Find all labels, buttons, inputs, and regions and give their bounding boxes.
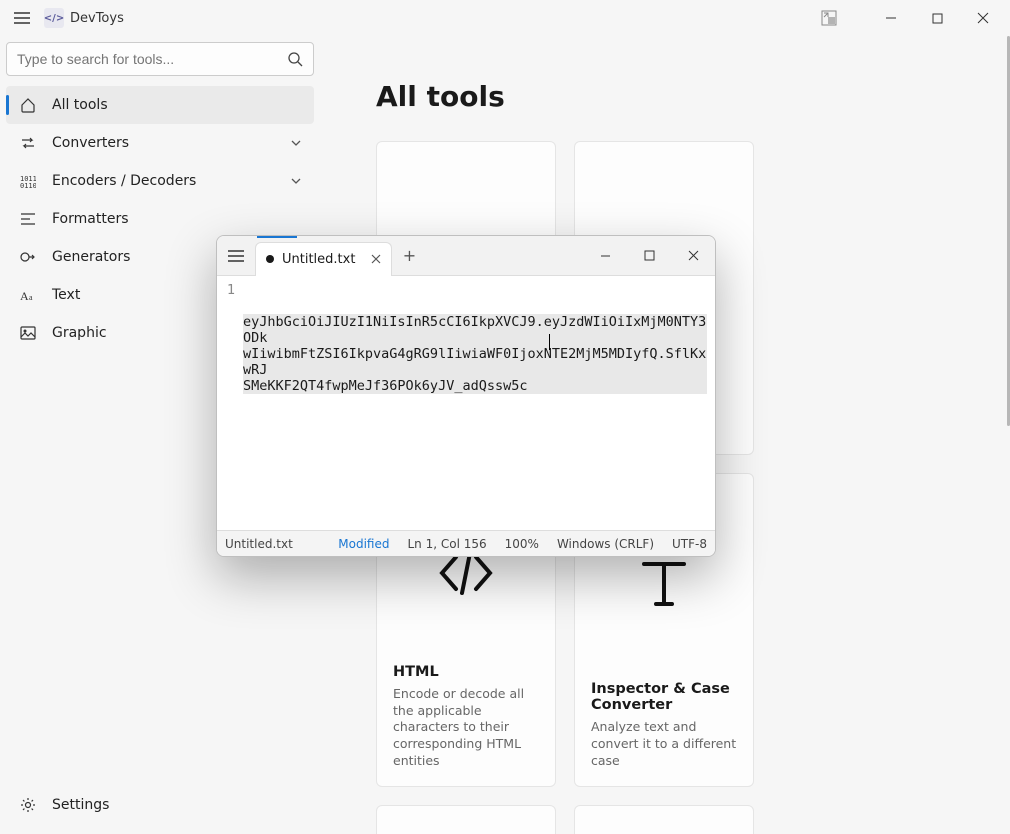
generators-icon: [18, 247, 38, 267]
svg-text:0110: 0110: [20, 182, 36, 188]
notepad-titlebar[interactable]: Untitled.txt +: [217, 236, 715, 276]
notepad-menu-button[interactable]: [217, 236, 255, 276]
hamburger-menu-button[interactable]: [4, 0, 40, 36]
chevron-down-icon: [290, 137, 302, 149]
sidebar-item-label: Text: [52, 287, 80, 303]
sidebar-item-label: Formatters: [52, 211, 129, 227]
tool-card-json-yaml[interactable]: Json <> Yaml Convert Json data to Yaml a…: [574, 805, 754, 834]
card-title: HTML: [393, 664, 539, 680]
page-title: All tools: [376, 80, 950, 113]
sidebar-item-settings[interactable]: Settings: [6, 786, 314, 824]
sidebar-item-formatters[interactable]: Formatters: [6, 200, 314, 238]
sidebar-item-label: Converters: [52, 135, 129, 151]
tab-title: Untitled.txt: [282, 252, 355, 267]
status-zoom: 100%: [505, 537, 539, 551]
editor-text[interactable]: eyJhbGciOiJIUzI1NiIsInR5cCI6IkpXVCJ9.eyJ…: [239, 276, 715, 530]
sidebar-item-all-tools[interactable]: All tools: [6, 86, 314, 124]
gear-icon: [18, 795, 38, 815]
json-yaml-icon: [591, 822, 737, 834]
text-cursor: [549, 334, 550, 350]
modified-dot-icon: [266, 255, 274, 263]
tab-close-button[interactable]: [371, 254, 381, 264]
status-modified: Modified: [338, 537, 389, 551]
app-title: DevToys: [70, 11, 124, 26]
sidebar-item-label: Graphic: [52, 325, 107, 341]
close-button[interactable]: [960, 0, 1006, 36]
graphic-icon: [18, 323, 38, 343]
minimize-button[interactable]: [868, 0, 914, 36]
maximize-button[interactable]: [914, 0, 960, 36]
tool-card-json[interactable]: Json Indent or minify Json data: [376, 805, 556, 834]
card-desc: Analyze text and convert it to a differe…: [591, 719, 737, 770]
encoders-icon: 10110110: [18, 171, 38, 191]
search-input[interactable]: [17, 51, 288, 67]
converters-icon: [18, 133, 38, 153]
search-icon: [288, 52, 303, 67]
notepad-maximize-button[interactable]: [627, 236, 671, 276]
sidebar-item-converters[interactable]: Converters: [6, 124, 314, 162]
status-encoding: UTF-8: [672, 537, 707, 551]
notepad-minimize-button[interactable]: [583, 236, 627, 276]
card-title: Inspector & Case Converter: [591, 681, 737, 713]
compact-overlay-button[interactable]: [806, 0, 852, 36]
formatters-icon: [18, 209, 38, 229]
status-eol: Windows (CRLF): [557, 537, 654, 551]
json-icon: [393, 822, 539, 834]
notepad-tab[interactable]: Untitled.txt: [255, 242, 392, 276]
sidebar-item-encoders[interactable]: 10110110 Encoders / Decoders: [6, 162, 314, 200]
text-icon: Aa: [18, 285, 38, 305]
new-tab-button[interactable]: +: [392, 236, 426, 276]
sidebar-item-label: Settings: [52, 797, 109, 813]
card-desc: Encode or decode all the applicable char…: [393, 686, 539, 770]
svg-text:a: a: [29, 293, 33, 302]
search-box[interactable]: [6, 42, 314, 76]
status-position: Ln 1, Col 156: [407, 537, 486, 551]
notepad-editor[interactable]: 1 eyJhbGciOiJIUzI1NiIsInR5cCI6IkpXVCJ9.e…: [217, 276, 715, 530]
notepad-status-bar: Untitled.txt Modified Ln 1, Col 156 100%…: [217, 530, 715, 556]
sidebar-item-label: Generators: [52, 249, 130, 265]
sidebar-item-label: All tools: [52, 97, 108, 113]
notepad-window[interactable]: Untitled.txt + 1 eyJhbGciOiJIUzI1NiIsInR…: [216, 235, 716, 557]
status-filename: Untitled.txt: [225, 537, 293, 551]
line-gutter: 1: [217, 276, 239, 530]
notepad-close-button[interactable]: [671, 236, 715, 276]
titlebar: </> DevToys: [0, 0, 1010, 36]
svg-text:A: A: [20, 289, 29, 303]
sidebar-item-label: Encoders / Decoders: [52, 173, 196, 189]
home-icon: [18, 95, 38, 115]
app-icon: </>: [44, 8, 64, 28]
chevron-down-icon: [290, 175, 302, 187]
